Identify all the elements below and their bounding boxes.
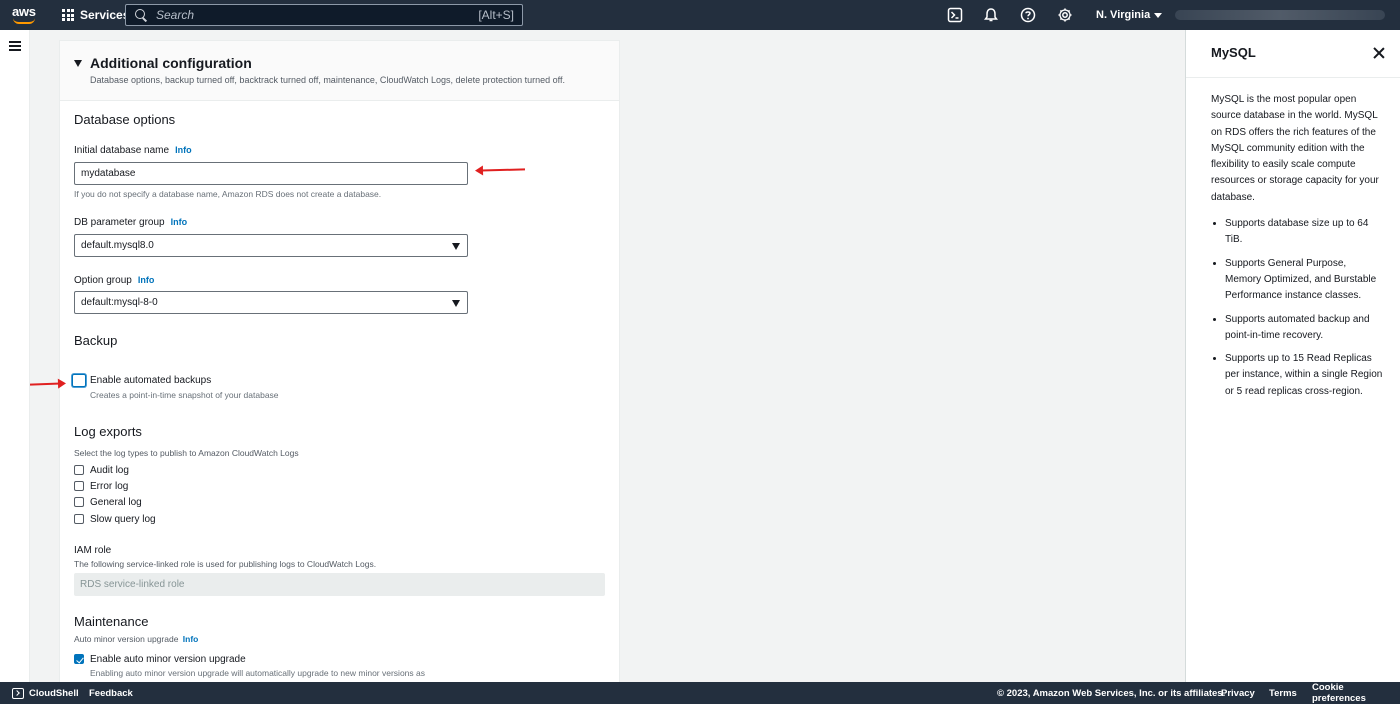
error-log-label[interactable]: Error log xyxy=(90,481,128,492)
param-group-label: DB parameter group Info xyxy=(74,217,188,228)
grid-icon xyxy=(62,9,74,21)
help-bullets: Supports database size up to 64 TiB. Sup… xyxy=(1211,216,1383,400)
close-icon[interactable] xyxy=(1373,47,1385,59)
enable-backups-checkbox[interactable] xyxy=(72,374,86,387)
option-group-label: Option group Info xyxy=(74,275,155,286)
error-log-checkbox[interactable] xyxy=(74,481,84,491)
caret-down-icon xyxy=(1154,12,1163,18)
privacy-link[interactable]: Privacy xyxy=(1221,682,1255,704)
iam-role-field: RDS service-linked role xyxy=(74,573,605,596)
slow-query-log-checkbox[interactable] xyxy=(74,514,84,524)
side-navigation-rail xyxy=(0,30,30,682)
option-group-info-link[interactable]: Info xyxy=(138,275,155,285)
auto-minor-upgrade-checkbox[interactable] xyxy=(74,654,84,664)
help-panel-title: MySQL xyxy=(1211,45,1256,60)
help-intro: MySQL is the most popular open source da… xyxy=(1211,94,1379,203)
search-shortcut: [Alt+S] xyxy=(478,8,514,22)
db-name-hint: If you do not specify a database name, A… xyxy=(74,189,382,199)
top-navigation: aws Services Search [Alt+S] N. Virginia xyxy=(0,0,1400,30)
list-item: Supports General Purpose, Memory Optimiz… xyxy=(1225,256,1383,305)
general-log-checkbox[interactable] xyxy=(74,497,84,507)
enable-backups-hint: Creates a point-in-time snapshot of your… xyxy=(90,390,279,400)
auto-minor-upgrade-hint: Enabling auto minor version upgrade will… xyxy=(90,668,425,678)
list-item: Supports automated backup and point-in-t… xyxy=(1225,312,1383,345)
audit-log-label[interactable]: Audit log xyxy=(90,465,129,476)
iam-role-hint: The following service-linked role is use… xyxy=(74,559,377,569)
menu-icon[interactable] xyxy=(9,41,21,51)
enable-backups-label[interactable]: Enable automated backups xyxy=(90,375,211,386)
audit-log-checkbox[interactable] xyxy=(74,465,84,475)
caret-down-icon xyxy=(74,60,82,67)
section-title: Additional configuration xyxy=(90,55,252,71)
feedback-link[interactable]: Feedback xyxy=(89,682,133,704)
aws-logo[interactable]: aws xyxy=(12,5,38,25)
iam-role-label: IAM role xyxy=(74,545,112,556)
slow-query-log-label[interactable]: Slow query log xyxy=(90,514,156,525)
list-item: Supports up to 15 Read Replicas per inst… xyxy=(1225,351,1383,400)
help-icon[interactable] xyxy=(1020,7,1036,23)
caret-down-icon xyxy=(452,243,460,250)
search-icon xyxy=(134,8,148,22)
cloudshell-button[interactable]: CloudShell xyxy=(12,682,79,704)
option-group-select[interactable]: default:mysql-8-0 xyxy=(74,291,468,314)
log-exports-heading: Log exports xyxy=(74,424,142,439)
auto-minor-info-link[interactable]: Info xyxy=(183,634,199,644)
cookie-preferences-link[interactable]: Cookie preferences xyxy=(1312,682,1400,704)
db-name-input[interactable]: mydatabase xyxy=(74,162,468,185)
search-input[interactable]: Search [Alt+S] xyxy=(125,4,523,26)
help-panel-body: MySQL is the most popular open source da… xyxy=(1211,92,1383,407)
expandable-section-header[interactable]: Additional configuration Database option… xyxy=(60,41,619,101)
terms-link[interactable]: Terms xyxy=(1269,682,1297,704)
param-group-select[interactable]: default.mysql8.0 xyxy=(74,234,468,257)
list-item: Supports database size up to 64 TiB. xyxy=(1225,216,1383,249)
help-panel: MySQL MySQL is the most popular open sou… xyxy=(1185,30,1400,682)
copyright-text: © 2023, Amazon Web Services, Inc. or its… xyxy=(997,687,1226,699)
gear-icon[interactable] xyxy=(1057,7,1073,23)
section-description: Database options, backup turned off, bac… xyxy=(90,75,565,85)
cloudshell-icon[interactable] xyxy=(947,7,963,23)
auto-minor-upgrade-label[interactable]: Enable auto minor version upgrade xyxy=(90,654,246,665)
auto-minor-label: Auto minor version upgrade Info xyxy=(74,634,199,644)
region-selector[interactable]: N. Virginia xyxy=(1096,0,1163,30)
services-menu-button[interactable]: Services xyxy=(62,0,129,30)
backup-heading: Backup xyxy=(74,333,118,348)
log-exports-hint: Select the log types to publish to Amazo… xyxy=(74,448,299,458)
account-menu[interactable] xyxy=(1175,10,1385,20)
footer: CloudShell Feedback © 2023, Amazon Web S… xyxy=(0,682,1400,704)
bell-icon[interactable] xyxy=(983,7,999,23)
maintenance-heading: Maintenance xyxy=(74,614,149,629)
general-log-label[interactable]: General log xyxy=(90,497,142,508)
db-name-label: Initial database name Info xyxy=(74,145,192,156)
db-name-info-link[interactable]: Info xyxy=(175,145,192,155)
param-group-info-link[interactable]: Info xyxy=(171,217,188,227)
database-options-heading: Database options xyxy=(74,112,176,127)
caret-down-icon xyxy=(452,300,460,307)
cloudshell-icon xyxy=(12,687,24,699)
